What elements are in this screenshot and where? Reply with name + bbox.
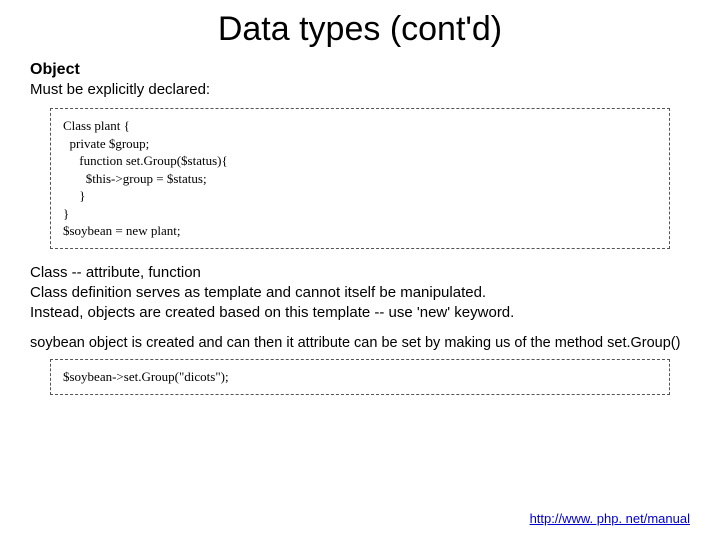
text-line: Instead, objects are created based on th…: [30, 303, 690, 323]
section-heading: Object: [30, 61, 690, 79]
section-subheading: Must be explicitly declared:: [30, 81, 690, 98]
code-line: Class plant {: [63, 117, 657, 135]
code-block-1: Class plant { private $group; function s…: [50, 108, 670, 249]
code-block-2: $soybean->set.Group("dicots");: [50, 359, 670, 395]
page-title: Data types (cont'd): [30, 10, 690, 49]
text-line: Class definition serves as template and …: [30, 283, 690, 303]
text-line: Class -- attribute, function: [30, 263, 690, 283]
code-line: function set.Group($status){: [63, 152, 657, 170]
code-line: $soybean = new plant;: [63, 222, 657, 240]
code-line: $soybean->set.Group("dicots");: [63, 368, 657, 386]
code-line: }: [63, 205, 657, 223]
manual-link[interactable]: http://www. php. net/manual: [530, 511, 690, 526]
paragraph-1: Class -- attribute, function Class defin…: [30, 263, 690, 324]
code-line: private $group;: [63, 135, 657, 153]
code-line: }: [63, 187, 657, 205]
paragraph-2: soybean object is created and can then i…: [30, 334, 690, 354]
code-line: $this->group = $status;: [63, 170, 657, 188]
